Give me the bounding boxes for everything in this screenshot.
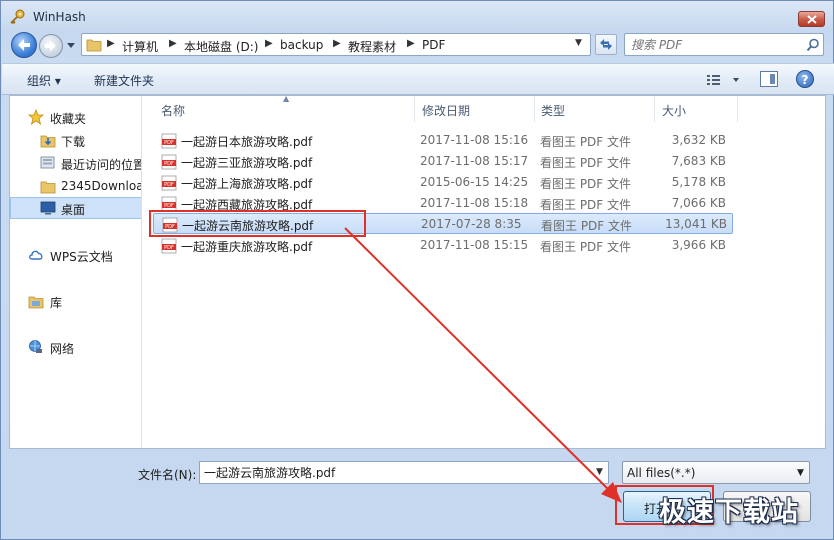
annotation-arrow (344, 227, 622, 503)
watermark: 极速下载站 (659, 497, 799, 528)
